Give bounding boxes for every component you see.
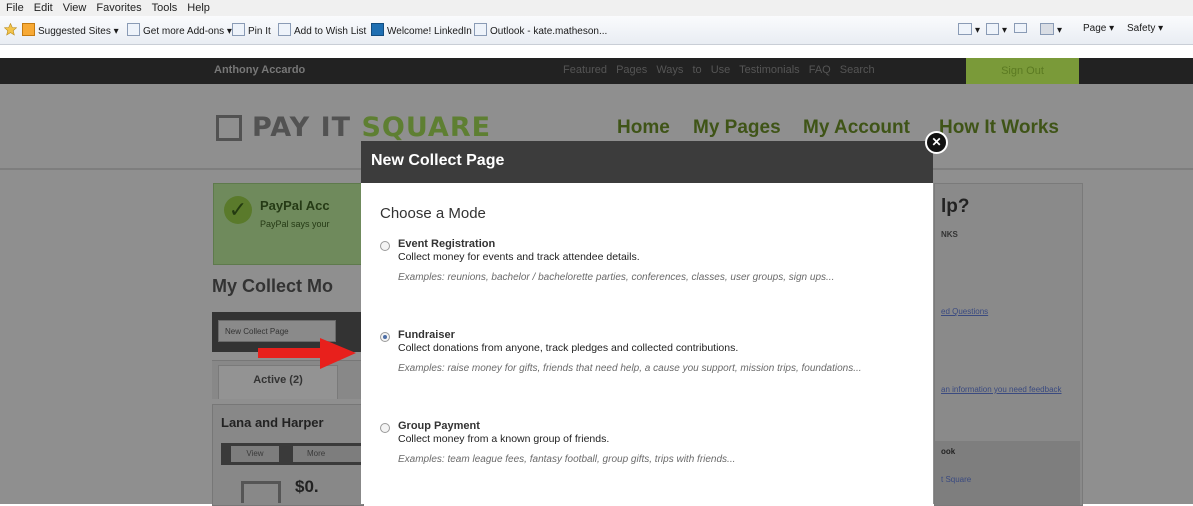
arrow-head xyxy=(320,338,356,369)
cmd-arrow: ▾ xyxy=(1002,25,1008,36)
mail-glyph xyxy=(1014,23,1027,33)
logo-text: PAY IT xyxy=(252,112,362,143)
menu-tools[interactable]: Tools xyxy=(152,0,178,16)
cmd-arrow: ▾ xyxy=(1057,25,1063,36)
feeds-icon[interactable]: ▾ xyxy=(986,23,1007,36)
arrow-shaft xyxy=(258,348,326,358)
faq-link[interactable]: ed Questions xyxy=(941,307,988,316)
logo-icon xyxy=(216,115,242,141)
radio-fundraiser[interactable] xyxy=(380,332,390,342)
browser-menu-bar: File Edit View Favorites Tools Help xyxy=(0,0,1193,16)
option-description: Collect money from a known group of frie… xyxy=(398,433,610,445)
red-arrow-icon xyxy=(258,338,356,369)
collect-page-card: Lana and Harper View More $0. xyxy=(212,404,364,506)
home-glyph xyxy=(958,23,972,35)
option-examples: Examples: team league fees, fantasy foot… xyxy=(398,454,736,465)
fav-label: Add to Wish List xyxy=(294,26,367,37)
modal-body: Choose a Mode Event Registration Collect… xyxy=(361,183,933,504)
help-title: lp? xyxy=(941,196,970,217)
checkmark-icon: ✓ xyxy=(224,196,252,224)
my-collect-heading: My Collect Mo xyxy=(212,276,334,296)
sign-out-button[interactable]: Sign Out xyxy=(966,58,1079,84)
card-title[interactable]: Lana and Harper xyxy=(221,415,324,430)
fav-suggested-sites[interactable]: Suggested Sites ▾ xyxy=(22,23,119,37)
nav-how-it-works[interactable]: How It Works xyxy=(939,117,1059,139)
fav-get-addons[interactable]: Get more Add-ons ▾ xyxy=(127,23,232,37)
nav-home[interactable]: Home xyxy=(617,117,670,139)
paypal-status-box: ✓ PayPal Acc PayPal says your xyxy=(213,183,365,265)
option-label[interactable]: Event Registration xyxy=(398,238,495,250)
site-logo[interactable]: PAY IT SQUARE xyxy=(252,112,491,143)
favorites-star-icon[interactable] xyxy=(3,22,18,39)
fav-wish-list[interactable]: Add to Wish List xyxy=(278,23,366,37)
fav-linkedin[interactable]: Welcome! LinkedIn xyxy=(371,23,472,37)
fav-label: Outlook - kate.matheson... xyxy=(490,26,608,37)
card-button-row: View More xyxy=(221,443,363,465)
option-label[interactable]: Fundraiser xyxy=(398,329,455,341)
page-menu[interactable]: Page ▾ xyxy=(1083,23,1114,34)
more-button[interactable]: More xyxy=(293,446,363,462)
social-link[interactable]: t Square xyxy=(941,475,971,484)
fav-outlook[interactable]: Outlook - kate.matheson... xyxy=(474,23,607,37)
page-icon xyxy=(241,481,281,503)
modal-header: New Collect Page xyxy=(361,141,933,183)
menu-view[interactable]: View xyxy=(63,0,87,16)
choose-mode-heading: Choose a Mode xyxy=(380,205,486,222)
safety-menu[interactable]: Safety ▾ xyxy=(1127,23,1163,34)
linkedin-icon xyxy=(371,23,384,36)
help-sidebar: lp? NKS ed Questions an information you … xyxy=(934,183,1083,506)
page-icon xyxy=(278,23,291,36)
help-links-heading: NKS xyxy=(941,230,958,239)
option-examples: Examples: reunions, bachelor / bachelore… xyxy=(398,272,835,283)
favorites-bar: Suggested Sites ▾ Get more Add-ons ▾ Pin… xyxy=(0,16,1193,45)
radio-event-registration[interactable] xyxy=(380,241,390,251)
option-examples: Examples: raise money for gifts, friends… xyxy=(398,363,862,374)
logo-accent: SQUARE xyxy=(361,112,492,143)
cmd-arrow: ▾ xyxy=(975,25,981,36)
nav-my-account[interactable]: My Account xyxy=(803,117,910,139)
page-icon xyxy=(127,23,140,36)
cmd-label: Safety ▾ xyxy=(1127,23,1164,34)
social-box: ook t Square xyxy=(935,441,1080,505)
menu-favorites[interactable]: Favorites xyxy=(96,0,141,16)
option-label[interactable]: Group Payment xyxy=(398,420,480,432)
feeds-glyph xyxy=(986,23,999,35)
mail-icon[interactable] xyxy=(1014,23,1030,34)
card-amount: $0. xyxy=(295,477,319,496)
home-icon[interactable]: ▾ xyxy=(958,23,980,36)
social-heading: ook xyxy=(941,447,956,456)
site-top-bar: Anthony Accardo Featured Pages Ways to U… xyxy=(0,58,1193,84)
print-glyph xyxy=(1040,23,1054,35)
feedback-link[interactable]: an information you need feedback xyxy=(941,384,1076,395)
fav-label: Pin It xyxy=(248,26,271,37)
paypal-subtitle: PayPal says your xyxy=(260,219,330,229)
menu-file[interactable]: File xyxy=(6,0,24,16)
fav-pin-it[interactable]: Pin It xyxy=(232,23,271,37)
menu-edit[interactable]: Edit xyxy=(34,0,53,16)
page-icon xyxy=(474,23,487,36)
suggested-sites-icon xyxy=(22,23,35,36)
fav-label: Get more Add-ons ▾ xyxy=(143,26,232,37)
user-name: Anthony Accardo xyxy=(214,64,306,76)
fav-label: Welcome! LinkedIn xyxy=(387,26,472,37)
view-button[interactable]: View xyxy=(231,446,279,462)
print-icon[interactable]: ▾ xyxy=(1040,23,1062,36)
nav-my-pages[interactable]: My Pages xyxy=(693,117,781,139)
cmd-label: Page ▾ xyxy=(1083,23,1115,34)
option-description: Collect donations from anyone, track ple… xyxy=(398,342,739,354)
menu-help[interactable]: Help xyxy=(187,0,210,16)
modal-title: New Collect Page xyxy=(371,152,505,169)
radio-group-payment[interactable] xyxy=(380,423,390,433)
fav-label: Suggested Sites ▾ xyxy=(38,26,119,37)
paypal-title: PayPal Acc xyxy=(260,198,330,213)
site-top-links[interactable]: Featured Pages Ways to Use Testimonials … xyxy=(563,64,875,76)
option-description: Collect money for events and track atten… xyxy=(398,251,640,263)
tab-active[interactable]: Active (2) xyxy=(218,365,338,399)
close-icon[interactable]: ✕ xyxy=(925,131,948,154)
page-icon xyxy=(232,23,245,36)
